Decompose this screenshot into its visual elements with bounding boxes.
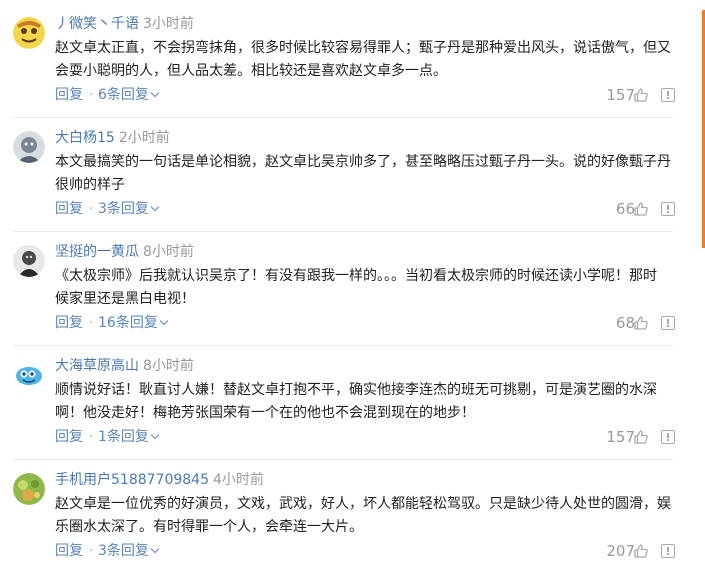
reply-button[interactable]: 回复 [55, 84, 83, 106]
timestamp: 4小时前 [212, 472, 264, 488]
chevron-down-icon [150, 88, 160, 98]
report-icon[interactable] [661, 544, 675, 558]
chevron-down-icon [150, 544, 160, 554]
avatar[interactable] [13, 17, 45, 49]
timestamp: 8小时前 [143, 358, 194, 374]
view-replies-button[interactable]: 3条回复 [98, 540, 160, 562]
comment-text: 《太极宗师》后我就认识吴京了！有没有跟我一样的。。。当初看太极宗师的时候还读小学… [55, 268, 657, 307]
thumbs-up-icon[interactable] [633, 201, 649, 217]
reply-button[interactable]: 回复 [55, 540, 83, 562]
separator-dot: · [89, 315, 94, 331]
chevron-down-icon [150, 430, 160, 440]
avatar[interactable] [13, 473, 45, 505]
timestamp: 8小时前 [143, 244, 194, 260]
thumbs-up-icon[interactable] [633, 543, 649, 559]
username[interactable]: 丿微笑丶千语 [55, 16, 139, 32]
reply-button[interactable]: 回复 [55, 312, 83, 334]
avatar[interactable] [13, 245, 45, 277]
separator-dot: · [89, 201, 94, 217]
username[interactable]: 大海草原高山 [55, 358, 139, 374]
username[interactable]: 手机用户51887709845 [55, 472, 209, 488]
separator-dot: · [89, 87, 94, 103]
comment-text: 顺情说好话！耿直讨人嫌！替赵文卓打抱不平，确实他接李连杰的班无可挑剔，可是演艺圈… [55, 382, 657, 421]
view-replies-button[interactable]: 1条回复 [98, 426, 160, 448]
username[interactable]: 大白杨15 [55, 130, 115, 146]
separator-dot: · [89, 543, 94, 559]
reply-button[interactable]: 回复 [55, 426, 83, 448]
comment-text: 赵文卓太正直，不会拐弯抹角，很多时候比较容易得罪人；甄子丹是那种爱出风头，说话傲… [55, 40, 671, 79]
comment-text: 赵文卓是一位优秀的好演员，文戏，武戏，好人，坏人都能轻松驾驭。只是缺少待人处世的… [55, 496, 671, 535]
avatar[interactable] [13, 359, 45, 391]
like-count: 207 [606, 542, 635, 560]
thumbs-up-icon[interactable] [633, 429, 649, 445]
view-replies-button[interactable]: 16条回复 [98, 312, 169, 334]
chevron-down-icon [150, 202, 160, 212]
comment-text: 本文最搞笑的一句话是单论相貌，赵文卓比吴京帅多了，甚至略略压过甄子丹一头。说的好… [55, 154, 671, 193]
divider [13, 345, 673, 346]
avatar[interactable] [13, 131, 45, 163]
username[interactable]: 坚挺的一黄瓜 [55, 244, 139, 260]
thumbs-up-icon[interactable] [633, 315, 649, 331]
view-replies-button[interactable]: 6条回复 [98, 84, 160, 106]
report-icon[interactable] [661, 202, 675, 216]
report-icon[interactable] [661, 430, 675, 444]
thumbs-up-icon[interactable] [633, 87, 649, 103]
report-icon[interactable] [661, 316, 675, 330]
timestamp: 3小时前 [143, 16, 194, 32]
like-count: 157 [606, 86, 635, 104]
view-replies-button[interactable]: 3条回复 [98, 198, 160, 220]
divider [13, 231, 673, 232]
separator-dot: · [89, 429, 94, 445]
chevron-down-icon [159, 316, 169, 326]
report-icon[interactable] [661, 88, 675, 102]
like-count: 157 [606, 428, 635, 446]
divider [13, 117, 673, 118]
timestamp: 2小时前 [118, 130, 170, 146]
reply-button[interactable]: 回复 [55, 198, 83, 220]
divider [13, 459, 673, 460]
